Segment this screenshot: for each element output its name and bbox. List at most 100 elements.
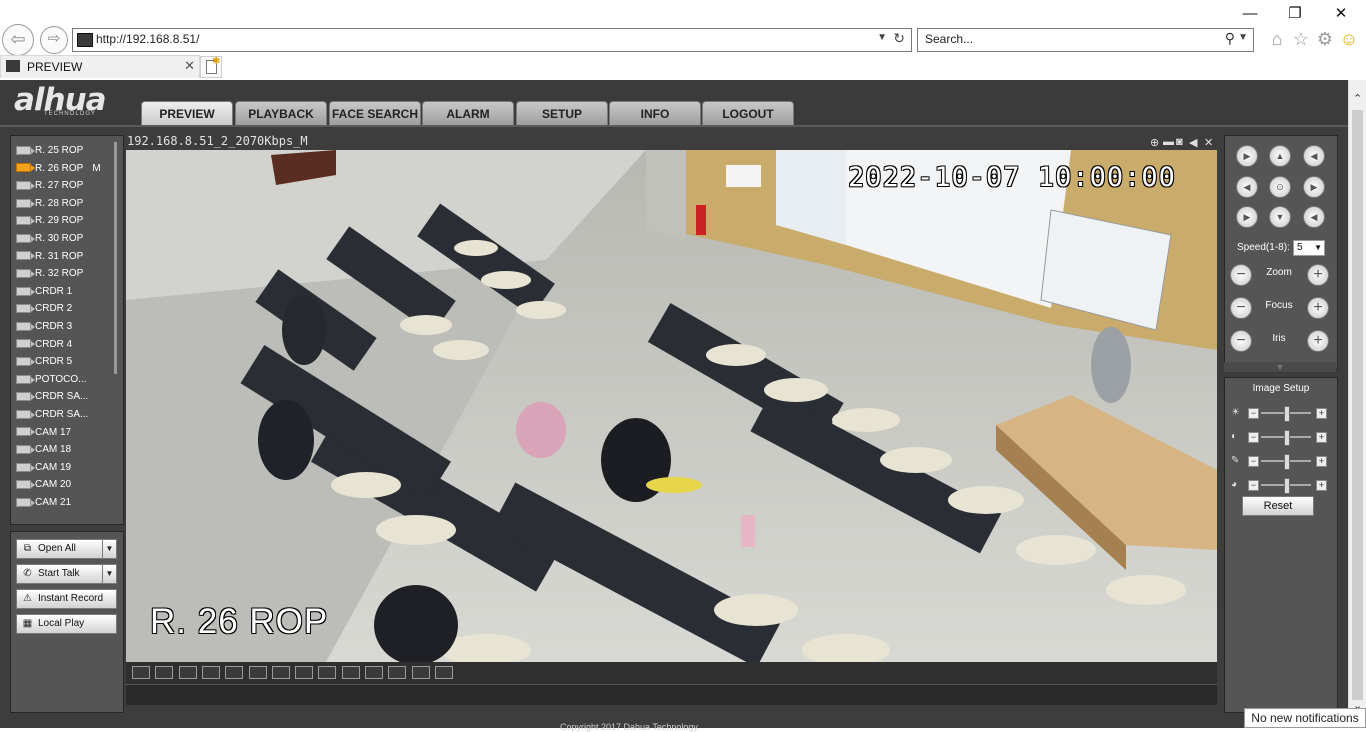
contrast-slider[interactable]: ◐ − + bbox=[1229, 430, 1333, 446]
forward-icon[interactable]: ⇨ bbox=[40, 26, 68, 54]
device-item[interactable]: R. 26 ROP M bbox=[16, 160, 112, 177]
ptz-left-icon[interactable]: ◀ bbox=[1236, 176, 1258, 198]
search-icon[interactable]: ⚲ bbox=[1225, 30, 1235, 47]
device-item[interactable]: CAM 21 bbox=[16, 494, 112, 511]
device-item[interactable]: POTOCO... bbox=[16, 371, 112, 388]
new-tab-button[interactable]: ✱ bbox=[200, 56, 222, 78]
live-video[interactable]: 2022-10-07 10:00:00 R. 26 ROP bbox=[126, 150, 1217, 662]
slider-knob[interactable] bbox=[1284, 478, 1290, 494]
close-window-icon[interactable]: ✕ bbox=[1328, 4, 1354, 24]
home-icon[interactable]: ⌂ bbox=[1266, 28, 1288, 50]
device-item[interactable]: CRDR 5 bbox=[16, 353, 112, 370]
device-item[interactable]: CAM 19 bbox=[16, 459, 112, 476]
device-item[interactable]: R. 28 ROP bbox=[16, 195, 112, 212]
nav-tab-info[interactable]: INFO bbox=[609, 101, 701, 126]
address-url[interactable]: http://192.168.8.51/ bbox=[96, 32, 199, 46]
audio-icon[interactable]: ◀ bbox=[1189, 136, 1197, 149]
search-box[interactable]: Search... ⚲ ▼ bbox=[917, 28, 1254, 52]
focus-plus-icon[interactable]: + bbox=[1307, 297, 1329, 319]
device-item[interactable]: CRDR 3 bbox=[16, 318, 112, 335]
increase-icon[interactable]: + bbox=[1316, 408, 1327, 419]
brightness-slider[interactable]: ☀ − + bbox=[1229, 406, 1333, 422]
nav-tab-logout[interactable]: LOGOUT bbox=[702, 101, 794, 126]
open-all-dropdown-icon[interactable]: ▼ bbox=[102, 539, 117, 559]
ptz-right-icon[interactable]: ▶ bbox=[1303, 176, 1325, 198]
device-item[interactable]: R. 25 ROP bbox=[16, 142, 112, 159]
ptz-up-right-icon[interactable]: ◀ bbox=[1303, 145, 1325, 167]
device-item[interactable]: CRDR 2 bbox=[16, 300, 112, 317]
nav-tab-playback[interactable]: PLAYBACK bbox=[235, 101, 327, 126]
device-item[interactable]: R. 32 ROP bbox=[16, 265, 112, 282]
tab-close-icon[interactable]: ✕ bbox=[184, 58, 195, 74]
search-input[interactable]: Search... bbox=[925, 32, 973, 46]
layout-20-icon[interactable] bbox=[388, 666, 407, 679]
ptz-3d-position-icon[interactable]: ⊙ bbox=[1269, 176, 1291, 198]
device-item[interactable]: CRDR SA... bbox=[16, 388, 112, 405]
device-item[interactable]: CAM 17 bbox=[16, 424, 112, 441]
device-item[interactable]: CRDR 4 bbox=[16, 336, 112, 353]
device-item[interactable]: CAM 18 bbox=[16, 441, 112, 458]
ptz-collapse-icon[interactable]: ▼ bbox=[1224, 362, 1336, 372]
device-list-scrollbar[interactable] bbox=[114, 142, 117, 374]
ptz-up-left-icon[interactable]: ▶ bbox=[1236, 145, 1258, 167]
device-item[interactable]: CRDR 1 bbox=[16, 283, 112, 300]
layout-6-icon[interactable] bbox=[271, 666, 290, 679]
device-item[interactable]: R. 30 ROP bbox=[16, 230, 112, 247]
layout-9-icon[interactable] bbox=[318, 666, 337, 679]
layout-16-icon[interactable] bbox=[365, 666, 383, 679]
reset-button[interactable]: Reset bbox=[1242, 496, 1314, 516]
start-talk-button[interactable]: ✆ Start Talk bbox=[16, 564, 103, 584]
increase-icon[interactable]: + bbox=[1316, 480, 1327, 491]
decrease-icon[interactable]: − bbox=[1248, 480, 1259, 491]
address-bar[interactable]: http://192.168.8.51/ ▼ ↻ bbox=[72, 28, 912, 52]
minimize-icon[interactable]: — bbox=[1237, 4, 1263, 24]
slider-knob[interactable] bbox=[1284, 454, 1290, 470]
device-item[interactable]: R. 29 ROP bbox=[16, 212, 112, 229]
open-all-button[interactable]: ⧉ Open All bbox=[16, 539, 103, 559]
local-play-button[interactable]: ▦ Local Play bbox=[16, 614, 117, 634]
increase-icon[interactable]: + bbox=[1316, 432, 1327, 443]
nav-tab-preview[interactable]: PREVIEW bbox=[141, 101, 233, 126]
search-dropdown-icon[interactable]: ▼ bbox=[1238, 32, 1248, 43]
record-icon[interactable]: ▬ bbox=[1163, 136, 1174, 148]
refresh-icon[interactable]: ↻ bbox=[893, 30, 905, 47]
slider-knob[interactable] bbox=[1284, 406, 1290, 422]
iris-plus-icon[interactable]: + bbox=[1307, 330, 1329, 352]
increase-icon[interactable]: + bbox=[1316, 456, 1327, 467]
browser-tab[interactable]: PREVIEW ✕ bbox=[0, 55, 200, 78]
device-item[interactable]: CAM 20 bbox=[16, 476, 112, 493]
ptz-down-icon[interactable]: ▼ bbox=[1269, 206, 1291, 228]
hue-slider[interactable]: ◕ − + bbox=[1229, 478, 1333, 494]
slider-knob[interactable] bbox=[1284, 430, 1290, 446]
settings-gear-icon[interactable]: ⚙ bbox=[1314, 28, 1336, 50]
layout-8-icon[interactable] bbox=[295, 666, 314, 679]
layout-36-icon[interactable] bbox=[434, 666, 453, 679]
start-talk-dropdown-icon[interactable]: ▼ bbox=[102, 564, 117, 584]
layout-25-icon[interactable] bbox=[411, 666, 430, 679]
speed-select[interactable]: 5 ▼ bbox=[1293, 240, 1325, 256]
device-item[interactable]: CRDR SA... bbox=[16, 406, 112, 423]
ptz-up-icon[interactable]: ▲ bbox=[1269, 145, 1291, 167]
page-scrollbar[interactable]: ⌃ ⌄ bbox=[1348, 80, 1366, 715]
layout-fit-icon[interactable] bbox=[178, 666, 197, 679]
snapshot-icon[interactable]: ◙ bbox=[1176, 136, 1183, 148]
decrease-icon[interactable]: − bbox=[1248, 456, 1259, 467]
scroll-up-icon[interactable]: ⌃ bbox=[1353, 92, 1362, 105]
layout-full-icon[interactable] bbox=[201, 666, 220, 679]
nav-tab-alarm[interactable]: ALARM bbox=[422, 101, 514, 126]
ptz-down-left-icon[interactable]: ▶ bbox=[1236, 206, 1258, 228]
layout-4-icon[interactable] bbox=[248, 666, 267, 679]
digital-zoom-icon[interactable]: ⊕ bbox=[1150, 136, 1159, 149]
close-video-icon[interactable]: ✕ bbox=[1204, 136, 1213, 149]
back-icon[interactable]: ⇦ bbox=[2, 24, 34, 56]
decrease-icon[interactable]: − bbox=[1248, 408, 1259, 419]
layout-1x1-icon[interactable] bbox=[132, 666, 150, 679]
zoom-plus-icon[interactable]: + bbox=[1307, 264, 1329, 286]
layout-1-icon[interactable] bbox=[225, 666, 244, 679]
address-dropdown-icon[interactable]: ▼ bbox=[877, 32, 887, 43]
instant-record-button[interactable]: ⚠ Instant Record bbox=[16, 589, 117, 609]
saturation-slider[interactable]: ✎ − + bbox=[1229, 454, 1333, 470]
favorites-star-icon[interactable]: ☆ bbox=[1290, 28, 1312, 50]
restore-icon[interactable]: ❐ bbox=[1282, 4, 1308, 24]
decrease-icon[interactable]: − bbox=[1248, 432, 1259, 443]
